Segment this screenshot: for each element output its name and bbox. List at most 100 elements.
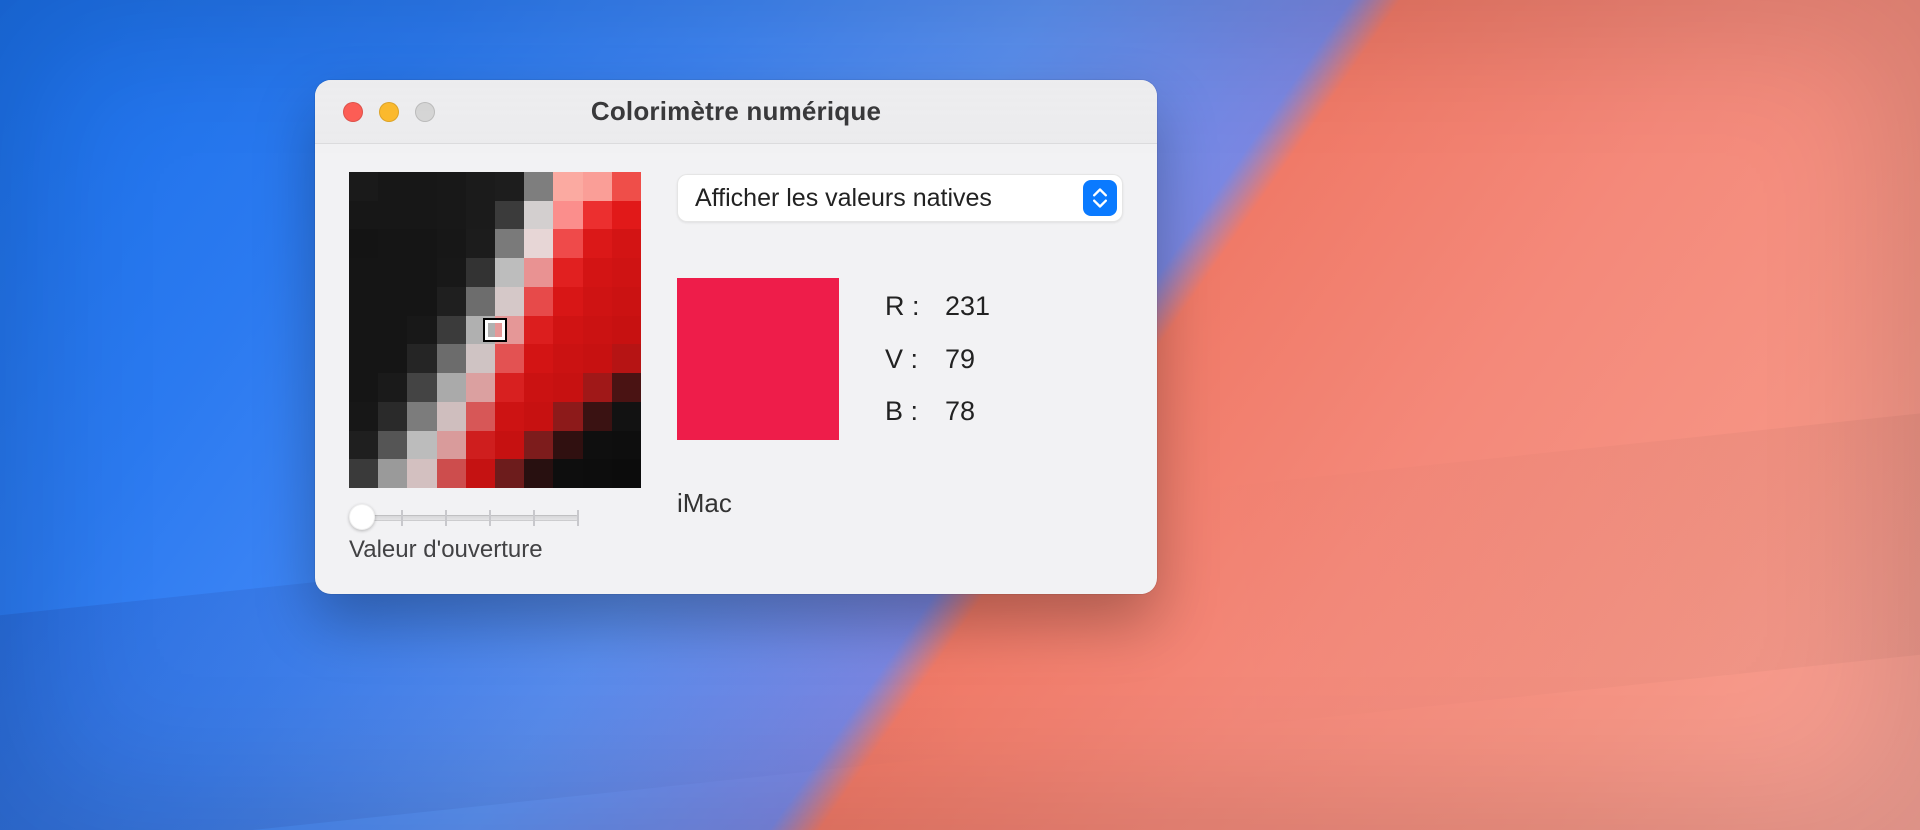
slider-ticks bbox=[357, 510, 579, 526]
loupe-pixel bbox=[466, 402, 495, 431]
loupe-pixel bbox=[495, 373, 524, 402]
color-space-select-value: Afficher les valeurs natives bbox=[695, 184, 992, 213]
loupe-pixel bbox=[553, 344, 582, 373]
loupe-pixel bbox=[583, 431, 612, 460]
loupe-pixel bbox=[466, 344, 495, 373]
window-zoom-button[interactable] bbox=[415, 102, 435, 122]
loupe-pixel bbox=[466, 172, 495, 201]
loupe-pixel bbox=[378, 431, 407, 460]
loupe-pixel bbox=[378, 287, 407, 316]
loupe-pixel bbox=[553, 373, 582, 402]
loupe-pixel bbox=[612, 172, 641, 201]
loupe-pixel bbox=[437, 258, 466, 287]
loupe-pixel bbox=[524, 287, 553, 316]
b-label: B : bbox=[885, 385, 931, 438]
b-value: 78 bbox=[945, 385, 975, 438]
loupe-pixel bbox=[495, 431, 524, 460]
loupe-pixel bbox=[524, 201, 553, 230]
loupe-pixel bbox=[437, 373, 466, 402]
loupe-pixel bbox=[466, 287, 495, 316]
loupe-pixel bbox=[553, 316, 582, 345]
loupe-pixel bbox=[437, 229, 466, 258]
window-titlebar[interactable]: Colorimètre numérique bbox=[315, 80, 1157, 144]
loupe-pixel bbox=[612, 316, 641, 345]
loupe-pixel bbox=[612, 287, 641, 316]
loupe-pixel bbox=[378, 172, 407, 201]
loupe-pixel bbox=[466, 258, 495, 287]
loupe-pixel bbox=[524, 373, 553, 402]
loupe-pixel bbox=[378, 459, 407, 488]
loupe-pixel bbox=[612, 344, 641, 373]
loupe-pixel bbox=[524, 344, 553, 373]
loupe-pixel bbox=[407, 402, 436, 431]
loupe-pixel bbox=[583, 402, 612, 431]
slider-knob[interactable] bbox=[349, 504, 375, 530]
loupe-pixel bbox=[407, 373, 436, 402]
loupe-pixel bbox=[553, 459, 582, 488]
loupe-pixel bbox=[495, 201, 524, 230]
loupe-pixel bbox=[583, 172, 612, 201]
loupe-pixel bbox=[466, 229, 495, 258]
loupe-pixel bbox=[349, 258, 378, 287]
aperture-slider[interactable] bbox=[349, 504, 579, 532]
window-content: Valeur d'ouverture Afficher les valeurs … bbox=[315, 144, 1157, 594]
loupe-pixel bbox=[524, 172, 553, 201]
loupe-pixel bbox=[437, 201, 466, 230]
window-minimize-button[interactable] bbox=[379, 102, 399, 122]
loupe-pixel bbox=[553, 431, 582, 460]
rgb-readout: R : 231 V : 79 B : 78 bbox=[885, 280, 990, 438]
loupe-pixel bbox=[378, 229, 407, 258]
window-close-button[interactable] bbox=[343, 102, 363, 122]
loupe-pixel bbox=[583, 201, 612, 230]
loupe-pixel bbox=[378, 316, 407, 345]
loupe-pixel bbox=[495, 172, 524, 201]
loupe-pixel bbox=[495, 287, 524, 316]
r-label: R : bbox=[885, 280, 931, 333]
loupe-pixel bbox=[524, 459, 553, 488]
color-space-select[interactable]: Afficher les valeurs natives bbox=[677, 174, 1123, 222]
loupe-pixel bbox=[349, 172, 378, 201]
loupe-pixel bbox=[583, 229, 612, 258]
loupe-pixel bbox=[524, 316, 553, 345]
loupe-pixel bbox=[349, 431, 378, 460]
loupe-pixel bbox=[466, 431, 495, 460]
loupe-pixel bbox=[495, 229, 524, 258]
g-label: V : bbox=[885, 333, 931, 386]
loupe-pixel bbox=[553, 402, 582, 431]
loupe-pixel bbox=[349, 316, 378, 345]
pixel-loupe bbox=[349, 172, 641, 488]
loupe-pixel bbox=[495, 344, 524, 373]
loupe-pixel bbox=[612, 201, 641, 230]
loupe-pixel bbox=[407, 344, 436, 373]
loupe-pixel bbox=[407, 431, 436, 460]
desktop-background: Colorimètre numérique Valeur d'ouvertur bbox=[0, 0, 1920, 830]
loupe-pixel bbox=[378, 258, 407, 287]
loupe-pixel bbox=[349, 201, 378, 230]
loupe-pixel bbox=[524, 402, 553, 431]
loupe-pixel bbox=[612, 258, 641, 287]
loupe-pixel bbox=[437, 344, 466, 373]
window-traffic-lights bbox=[315, 102, 435, 122]
loupe-pixel bbox=[378, 201, 407, 230]
loupe-pixel bbox=[612, 373, 641, 402]
loupe-pixel bbox=[612, 459, 641, 488]
loupe-pixel bbox=[495, 258, 524, 287]
loupe-pixel bbox=[407, 258, 436, 287]
loupe-pixel bbox=[437, 316, 466, 345]
loupe-pixel bbox=[407, 287, 436, 316]
loupe-pixel bbox=[407, 229, 436, 258]
loupe-pixel bbox=[466, 201, 495, 230]
loupe-pixel bbox=[524, 258, 553, 287]
aperture-slider-label: Valeur d'ouverture bbox=[349, 536, 641, 564]
loupe-pixel bbox=[583, 316, 612, 345]
select-stepper-icon bbox=[1083, 180, 1117, 216]
loupe-pixel bbox=[553, 287, 582, 316]
loupe-pixel bbox=[466, 459, 495, 488]
loupe-pixel bbox=[583, 459, 612, 488]
loupe-pixel bbox=[553, 172, 582, 201]
color-meter-window: Colorimètre numérique Valeur d'ouvertur bbox=[315, 80, 1157, 594]
loupe-pixel bbox=[378, 344, 407, 373]
loupe-pixel bbox=[583, 344, 612, 373]
loupe-pixel bbox=[495, 402, 524, 431]
loupe-pixel bbox=[553, 229, 582, 258]
